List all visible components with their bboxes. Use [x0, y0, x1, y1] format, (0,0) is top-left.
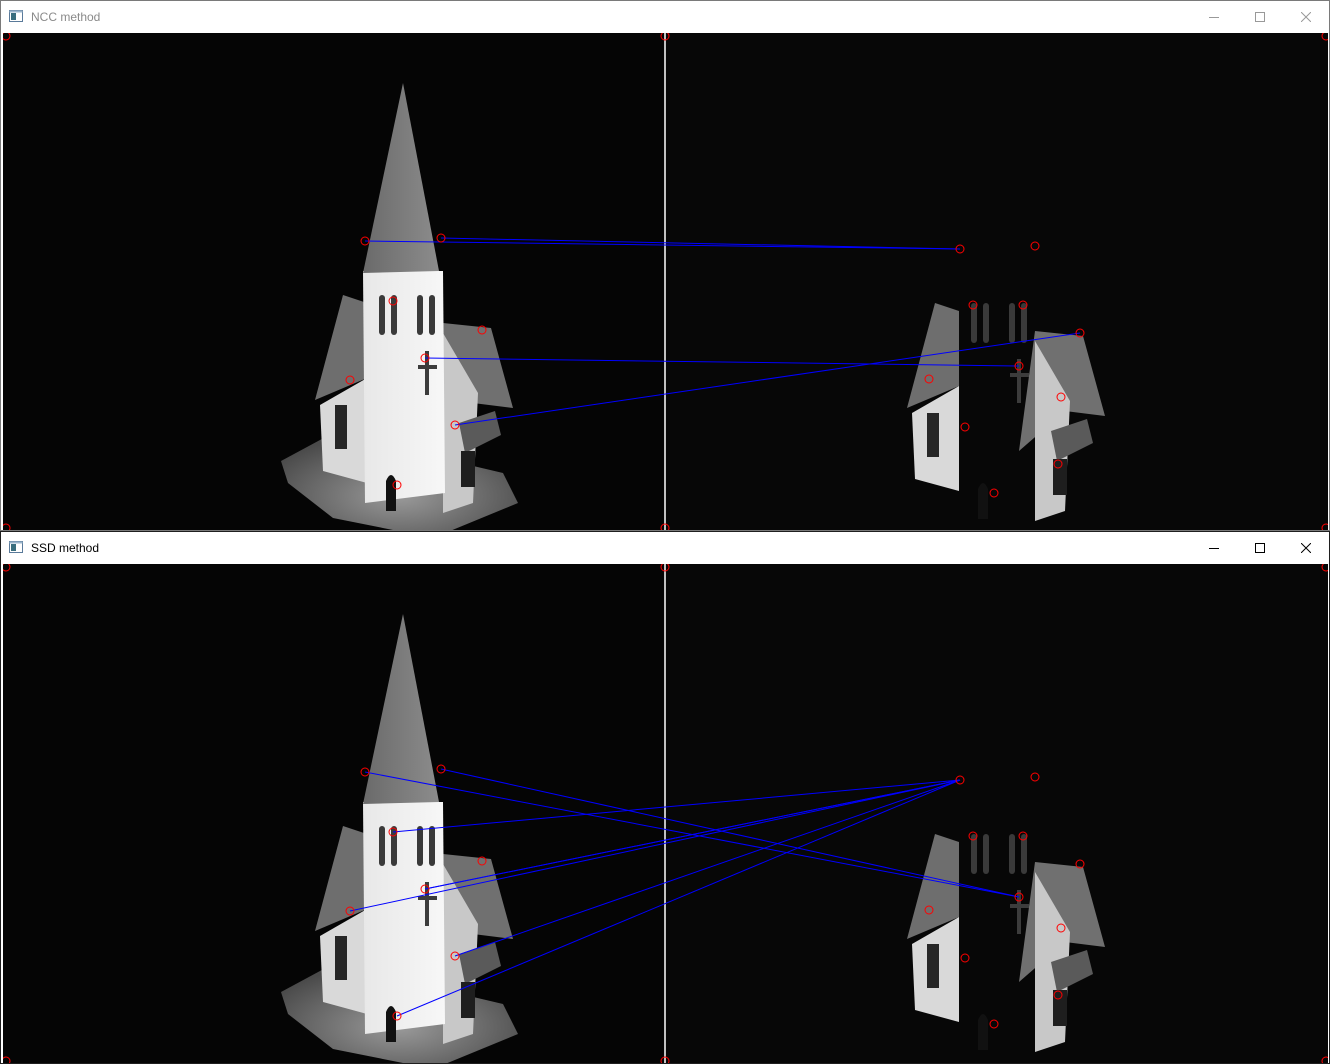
- tower-window: [391, 295, 397, 335]
- tower-window: [1009, 303, 1015, 343]
- tower-door: [386, 475, 396, 511]
- tower-door: [386, 1006, 396, 1042]
- porch-door: [461, 451, 475, 487]
- window-title: SSD method: [31, 541, 100, 555]
- title-bar[interactable]: NCC method: [1, 1, 1329, 32]
- tower-door: [978, 1014, 988, 1050]
- right-image: [665, 33, 1328, 530]
- nave-window: [335, 405, 347, 449]
- tower-window: [417, 826, 423, 866]
- title-bar[interactable]: SSD method: [1, 532, 1329, 563]
- porch-door: [1053, 990, 1067, 1026]
- tower-window: [429, 295, 435, 335]
- tower-window: [1009, 834, 1015, 874]
- close-button[interactable]: [1283, 532, 1329, 563]
- maximize-icon: [1255, 542, 1265, 553]
- close-button[interactable]: [1283, 1, 1329, 32]
- nave-window: [927, 944, 939, 988]
- tower-window: [379, 826, 385, 866]
- tower-window: [429, 826, 435, 866]
- close-icon: [1301, 11, 1311, 22]
- porch-door: [461, 982, 475, 1018]
- tower-window: [983, 834, 989, 874]
- minimize-icon: [1209, 547, 1219, 549]
- tower-window: [417, 295, 423, 335]
- nave-window: [927, 413, 939, 457]
- image-canvas: [3, 33, 1328, 530]
- porch-door: [1053, 459, 1067, 495]
- close-icon: [1301, 542, 1311, 553]
- maximize-button[interactable]: [1237, 1, 1283, 32]
- nave-window: [335, 936, 347, 980]
- maximize-icon: [1255, 11, 1265, 22]
- window-title: NCC method: [31, 10, 101, 24]
- ssd-method-window: SSD method: [0, 531, 1330, 1064]
- ncc-method-window: NCC method: [0, 0, 1330, 531]
- minimize-button[interactable]: [1191, 532, 1237, 563]
- stereo-pair-canvas: [3, 33, 1328, 530]
- minimize-icon: [1209, 16, 1219, 18]
- tower-door: [978, 483, 988, 519]
- maximize-button[interactable]: [1237, 532, 1283, 563]
- image-canvas: [3, 564, 1328, 1063]
- minimize-button[interactable]: [1191, 1, 1237, 32]
- stereo-pair-canvas: [3, 564, 1328, 1063]
- tower-window: [379, 295, 385, 335]
- right-image: [665, 564, 1328, 1063]
- app-window-icon: [9, 10, 23, 22]
- app-window-icon: [9, 541, 23, 553]
- tower-window: [983, 303, 989, 343]
